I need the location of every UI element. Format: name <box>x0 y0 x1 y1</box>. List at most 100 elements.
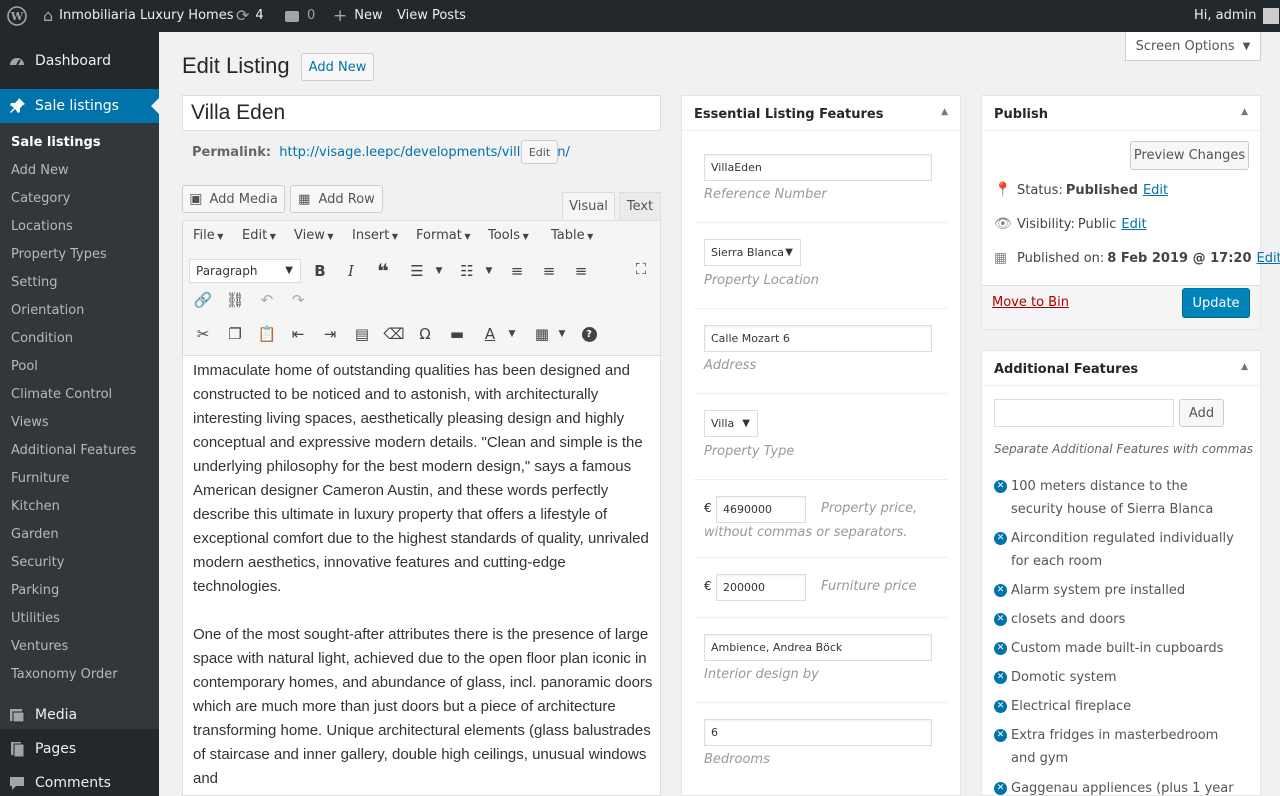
comments-link[interactable]: 0 <box>285 0 315 32</box>
text-color-caret-icon[interactable]: ▼ <box>501 323 523 345</box>
submenu-item[interactable]: Category <box>11 191 70 206</box>
submenu-item[interactable]: Kitchen <box>11 499 60 514</box>
add-new-button[interactable]: Add New <box>301 53 374 81</box>
indent-icon[interactable]: ⇥ <box>319 323 341 345</box>
address-input[interactable]: Calle Mozart 6 <box>704 325 932 352</box>
remove-circle-icon[interactable]: ✕ <box>994 642 1007 655</box>
reference-number-input[interactable]: VillaEden <box>704 154 932 181</box>
furniture-price-input[interactable]: 200000 <box>716 574 806 601</box>
menu-sale-listings[interactable]: Sale listings <box>0 89 159 123</box>
submenu-item[interactable]: Utilities <box>11 611 60 626</box>
numbered-list-caret-icon[interactable]: ▼ <box>478 260 500 282</box>
submenu-item[interactable]: Locations <box>11 219 73 234</box>
bullet-list-icon[interactable]: ☰ <box>406 260 428 282</box>
wordpress-logo-icon[interactable]: W <box>7 0 27 32</box>
publish-header[interactable]: Publish ▲ <box>982 96 1260 131</box>
cut-icon[interactable]: ✂ <box>192 323 214 345</box>
remove-circle-icon[interactable]: ✕ <box>994 700 1007 713</box>
redo-icon[interactable]: ↷ <box>287 289 309 311</box>
submenu-item[interactable]: Parking <box>11 583 59 598</box>
collapse-icon[interactable]: ▲ <box>1241 107 1248 117</box>
submenu-item[interactable]: Taxonomy Order <box>11 667 118 682</box>
bold-icon[interactable]: B <box>309 260 331 282</box>
menu-comments[interactable]: Comments <box>0 766 159 796</box>
remove-circle-icon[interactable]: ✕ <box>994 782 1007 795</box>
remove-circle-icon[interactable]: ✕ <box>994 613 1007 626</box>
view-posts-link[interactable]: View Posts <box>397 0 466 32</box>
my-account-link[interactable]: Hi, admin <box>1194 0 1280 32</box>
permalink-edit-button[interactable]: Edit <box>521 140 558 164</box>
remove-circle-icon[interactable]: ✕ <box>994 671 1007 684</box>
clear-format-icon[interactable]: ⌫ <box>383 323 405 345</box>
editor-menu-item[interactable]: Tools ▼ <box>488 228 529 243</box>
editor-menu-item[interactable]: Insert ▼ <box>352 228 398 243</box>
bedrooms-input[interactable]: 6 <box>704 719 932 746</box>
remove-circle-icon[interactable]: ✕ <box>994 729 1007 742</box>
essential-features-header[interactable]: Essential Listing Features ▲ <box>682 96 960 131</box>
text-color-icon[interactable]: A <box>479 323 501 345</box>
submenu-item[interactable]: Security <box>11 555 64 570</box>
align-center-icon[interactable]: ≡ <box>538 260 560 282</box>
submenu-item[interactable]: Ventures <box>11 639 68 654</box>
menu-pages[interactable]: Pages <box>0 732 159 766</box>
collapse-icon[interactable]: ▲ <box>1241 362 1248 372</box>
editor-menu-item[interactable]: Format ▼ <box>416 228 471 243</box>
tab-text[interactable]: Text <box>619 192 661 220</box>
align-right-icon[interactable]: ≡ <box>570 260 592 282</box>
submenu-item[interactable]: Sale listings <box>11 135 101 150</box>
new-content-link[interactable]: + New <box>333 0 383 32</box>
visibility-edit-link[interactable]: Edit <box>1121 217 1146 232</box>
property-price-input[interactable]: 4690000 <box>716 496 806 523</box>
remove-circle-icon[interactable]: ✕ <box>994 480 1007 493</box>
remove-circle-icon[interactable]: ✕ <box>994 584 1007 597</box>
submenu-item[interactable]: Property Types <box>11 247 107 262</box>
italic-icon[interactable]: I <box>340 260 362 282</box>
numbered-list-icon[interactable]: ☷ <box>456 260 478 282</box>
submenu-item[interactable]: Additional Features <box>11 443 136 458</box>
published-edit-link[interactable]: Edit <box>1256 251 1280 266</box>
help-icon[interactable]: ? <box>578 323 600 345</box>
interior-design-input[interactable]: Ambience, Andrea Böck <box>704 634 932 661</box>
horizontal-rule-icon[interactable]: ▬ <box>446 323 468 345</box>
editor-content[interactable]: Immaculate home of outstanding qualities… <box>193 359 653 796</box>
copy-icon[interactable]: ❐ <box>224 323 246 345</box>
bullet-list-caret-icon[interactable]: ▼ <box>428 260 450 282</box>
screen-options-button[interactable]: Screen Options ▼ <box>1125 32 1261 61</box>
status-edit-link[interactable]: Edit <box>1143 183 1168 198</box>
submenu-item[interactable]: Garden <box>11 527 59 542</box>
submenu-item[interactable]: Orientation <box>11 303 84 318</box>
editor-menu-item[interactable]: Table ▼ <box>551 228 593 243</box>
add-media-button[interactable]: ▣ Add Media <box>182 185 285 213</box>
submenu-item[interactable]: Furniture <box>11 471 69 486</box>
add-row-button[interactable]: ▦ Add Row <box>290 185 383 213</box>
remove-circle-icon[interactable]: ✕ <box>994 532 1007 545</box>
submenu-item[interactable]: Add New <box>11 163 69 178</box>
table-caret-icon[interactable]: ▼ <box>551 323 573 345</box>
post-title-input[interactable]: Villa Eden <box>182 95 661 131</box>
tab-visual[interactable]: Visual <box>562 192 615 220</box>
collapse-icon[interactable]: ▲ <box>941 107 948 117</box>
add-feature-button[interactable]: Add <box>1179 399 1224 427</box>
menu-dashboard[interactable]: Dashboard <box>0 44 159 78</box>
update-button[interactable]: Update <box>1182 288 1250 318</box>
unlink-icon[interactable]: ⛓ <box>224 289 246 311</box>
move-to-bin-link[interactable]: Move to Bin <box>992 295 1069 310</box>
editor-menu-item[interactable]: File ▼ <box>193 228 223 243</box>
additional-feature-input[interactable] <box>994 399 1174 427</box>
property-type-select[interactable]: Villa ▼ <box>704 410 758 437</box>
preview-changes-button[interactable]: Preview Changes <box>1130 141 1249 170</box>
format-select[interactable]: Paragraph ▼ <box>189 259 301 283</box>
special-char-icon[interactable]: Ω <box>414 323 436 345</box>
submenu-item[interactable]: Setting <box>11 275 58 290</box>
additional-features-header[interactable]: Additional Features ▲ <box>982 351 1260 386</box>
undo-icon[interactable]: ↶ <box>256 289 278 311</box>
paste-icon[interactable]: 📋 <box>256 323 278 345</box>
updates-link[interactable]: ⟳ 4 <box>236 0 264 32</box>
site-name-link[interactable]: ⌂ Inmobiliaria Luxury Homes <box>43 0 233 32</box>
outdent-icon[interactable]: ⇤ <box>287 323 309 345</box>
link-icon[interactable]: 🔗 <box>192 289 214 311</box>
editor-menu-item[interactable]: View ▼ <box>294 228 334 243</box>
blockquote-icon[interactable]: ❝ <box>372 259 394 283</box>
submenu-item[interactable]: Views <box>11 415 49 430</box>
submenu-item[interactable]: Condition <box>11 331 73 346</box>
